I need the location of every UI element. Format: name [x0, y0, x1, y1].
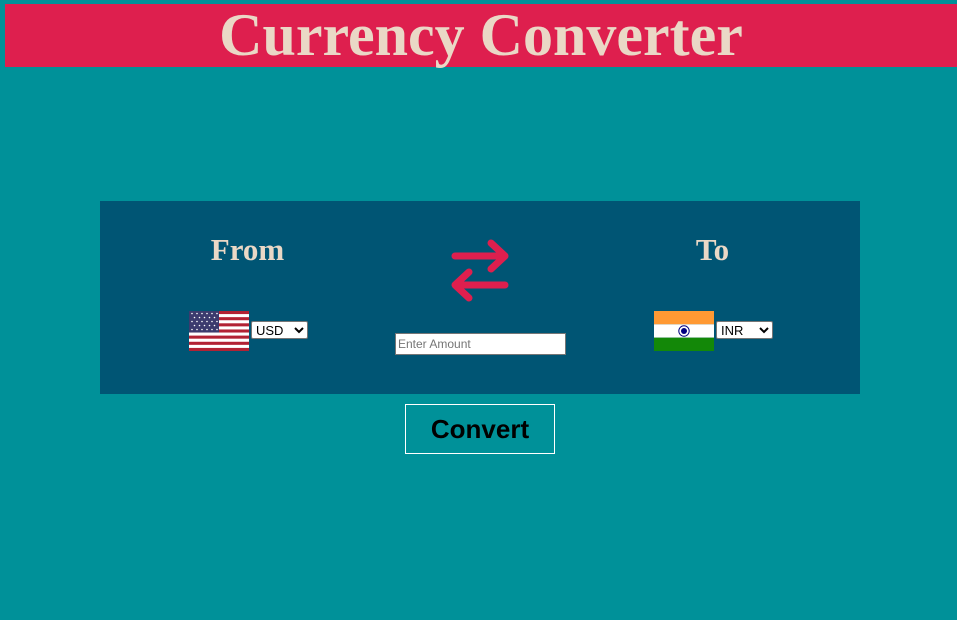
convert-button[interactable]: Convert [405, 404, 555, 454]
to-label: To [695, 232, 730, 267]
from-currency-select[interactable]: USD [251, 321, 308, 339]
header-bar: Currency Converter [5, 4, 957, 67]
to-currency-select[interactable]: INR [716, 321, 773, 339]
swap-arrows-icon[interactable] [445, 236, 515, 306]
from-label: From [210, 232, 285, 267]
converter-panel: From USD To [100, 201, 860, 394]
app-title: Currency Converter [219, 2, 743, 68]
us-flag-icon [189, 311, 249, 351]
india-flag-icon [654, 311, 714, 351]
amount-input[interactable] [395, 333, 566, 355]
